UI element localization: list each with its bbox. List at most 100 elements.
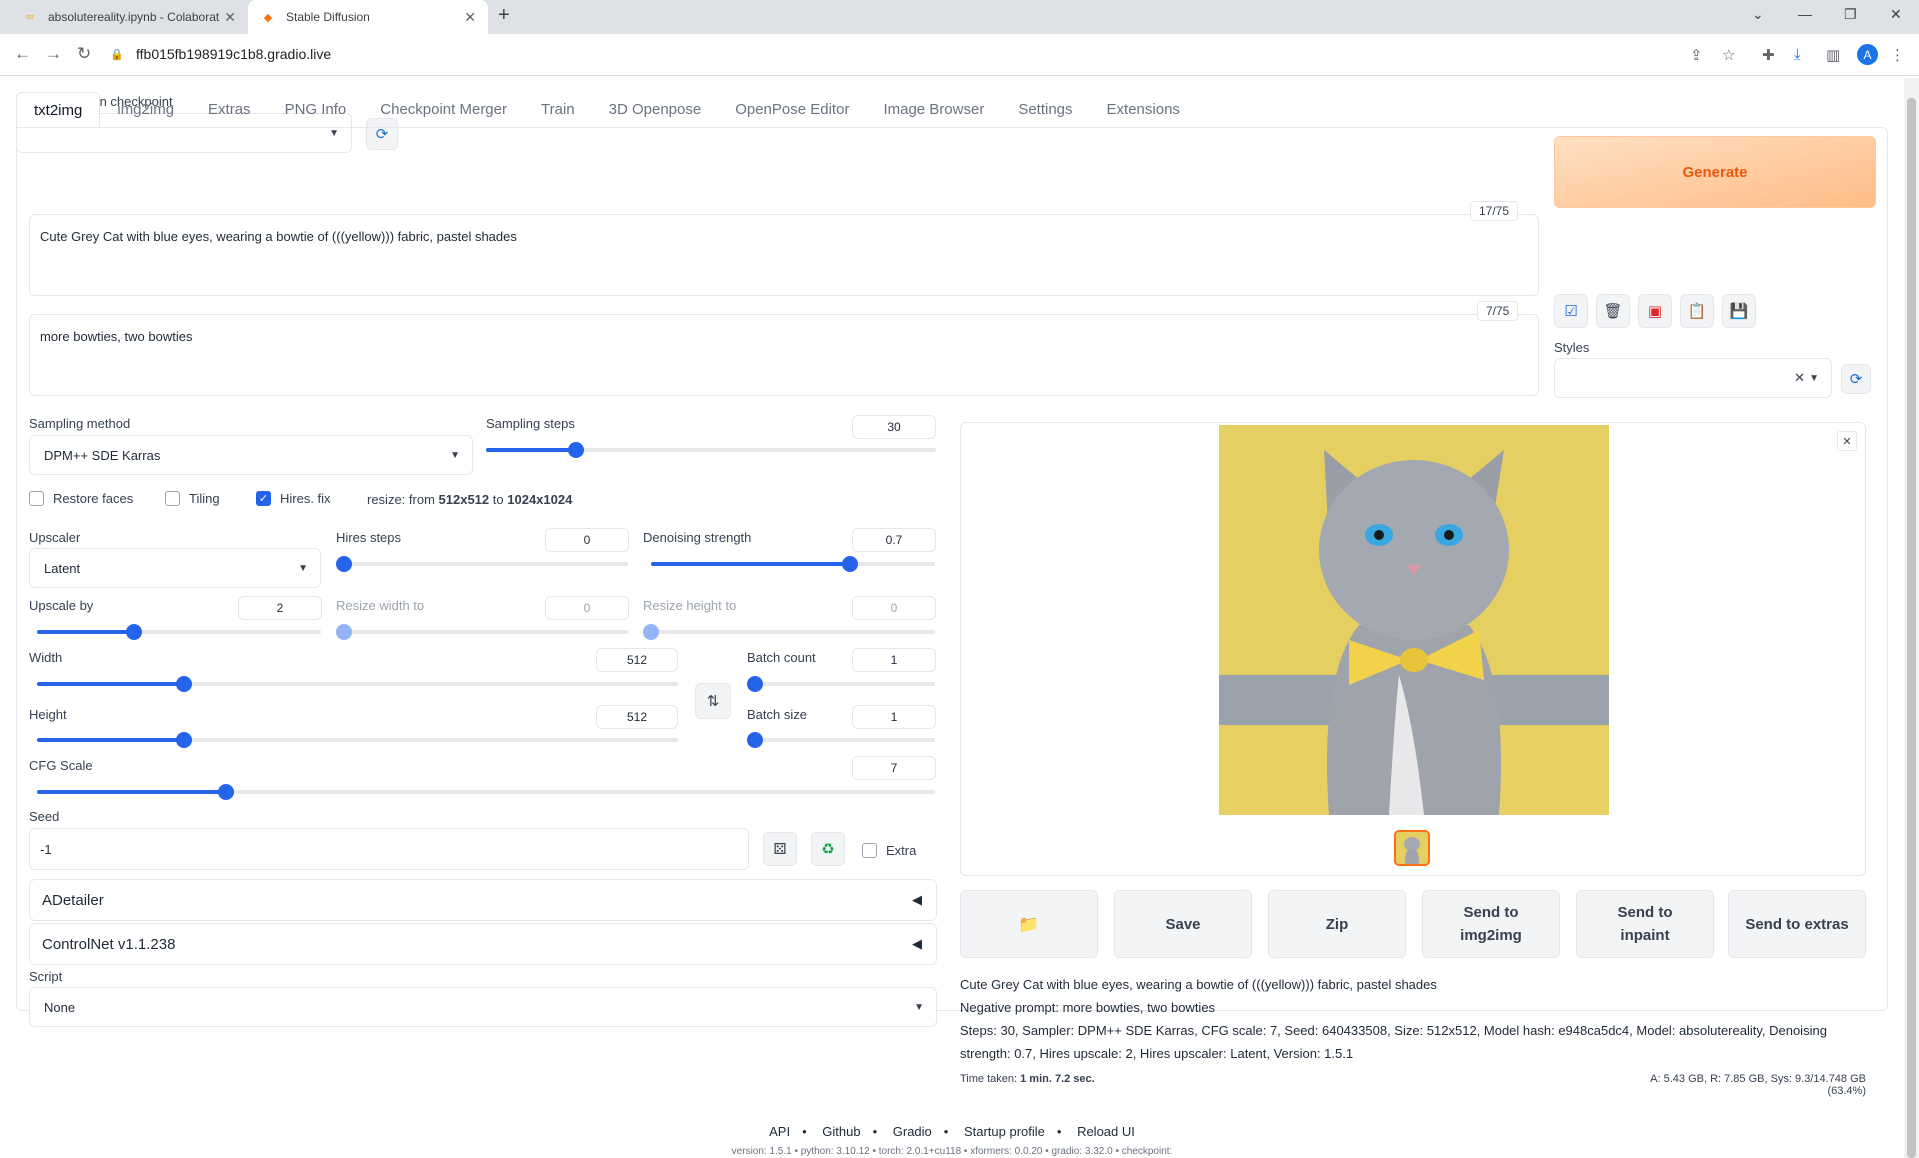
- close-tab-icon[interactable]: ✕: [464, 9, 476, 26]
- startup-profile-link[interactable]: Startup profile: [964, 1124, 1045, 1139]
- clear-x-icon[interactable]: ✕: [1794, 370, 1805, 386]
- batch-size-slider[interactable]: [747, 732, 935, 748]
- close-gallery-icon[interactable]: ✕: [1837, 431, 1857, 451]
- sampling-method-dropdown[interactable]: DPM++ SDE Karras ▼: [29, 435, 473, 475]
- api-link[interactable]: API: [769, 1124, 790, 1139]
- width-input[interactable]: 512: [596, 648, 678, 672]
- hires-steps-input[interactable]: 0: [545, 528, 629, 552]
- tab-settings[interactable]: Settings: [1001, 92, 1089, 128]
- close-window-icon[interactable]: ✕: [1890, 6, 1902, 23]
- send-to-extras-button[interactable]: Send to extras: [1728, 890, 1866, 958]
- tab-title: Stable Diffusion: [286, 10, 370, 24]
- resize-height-input[interactable]: 0: [852, 596, 936, 620]
- tab-png-info[interactable]: PNG Info: [268, 92, 364, 128]
- resize-height-slider[interactable]: [643, 624, 935, 640]
- collapse-triangle-icon: ◀: [912, 936, 922, 951]
- tab-extras[interactable]: Extras: [191, 92, 268, 128]
- tab-search-icon[interactable]: ⌄: [1752, 6, 1764, 23]
- sampling-steps-slider[interactable]: [486, 442, 936, 458]
- clear-prompt-button[interactable]: 🗑: [1596, 294, 1630, 328]
- reload-icon[interactable]: ↻: [77, 44, 91, 64]
- resize-width-input[interactable]: 0: [545, 596, 629, 620]
- denoising-strength-input[interactable]: 0.7: [852, 528, 936, 552]
- apply-styles-button[interactable]: 📋: [1680, 294, 1714, 328]
- read-params-button[interactable]: ☑: [1554, 294, 1588, 328]
- upscale-by-slider[interactable]: [37, 624, 321, 640]
- tab-3d-openpose[interactable]: 3D Openpose: [592, 92, 719, 128]
- save-button[interactable]: Save: [1114, 890, 1252, 958]
- gallery-thumbnail[interactable]: [1394, 830, 1430, 866]
- extra-networks-button[interactable]: ▣: [1638, 294, 1672, 328]
- random-seed-button[interactable]: ⚄: [763, 832, 797, 866]
- github-link[interactable]: Github: [822, 1124, 860, 1139]
- height-input[interactable]: 512: [596, 705, 678, 729]
- seed-input[interactable]: -1: [29, 828, 749, 870]
- browser-tab-strip: ∞ absolutereality.ipynb - Colaborat ✕ ◆ …: [0, 0, 1919, 34]
- negative-prompt-textarea[interactable]: more bowties, two bowties: [29, 314, 1539, 396]
- script-dropdown[interactable]: None ▼: [29, 987, 937, 1027]
- generated-image[interactable]: [1219, 425, 1609, 815]
- generate-button[interactable]: Generate: [1554, 136, 1876, 208]
- close-tab-icon[interactable]: ✕: [224, 9, 236, 26]
- new-tab-icon[interactable]: +: [498, 4, 510, 27]
- side-panel-icon[interactable]: ▥: [1826, 46, 1840, 64]
- hires-fix-checkbox[interactable]: ✓ Hires. fix: [256, 491, 331, 506]
- reuse-seed-button[interactable]: ♻: [811, 832, 845, 866]
- tab-img2img[interactable]: img2img: [100, 92, 191, 128]
- gradio-icon: ◆: [263, 11, 273, 24]
- tab-checkpoint-merger[interactable]: Checkpoint Merger: [363, 92, 524, 128]
- cfg-scale-input[interactable]: 7: [852, 756, 936, 780]
- tab-extensions[interactable]: Extensions: [1090, 92, 1197, 128]
- batch-size-input[interactable]: 1: [852, 705, 936, 729]
- zip-button[interactable]: Zip: [1268, 890, 1406, 958]
- hires-steps-slider[interactable]: [336, 556, 628, 572]
- sampling-steps-input[interactable]: 30: [852, 415, 936, 439]
- tab-image-browser[interactable]: Image Browser: [866, 92, 1001, 128]
- batch-count-input[interactable]: 1: [852, 648, 936, 672]
- swap-dimensions-button[interactable]: ⇅: [695, 683, 731, 719]
- upscaler-dropdown[interactable]: Latent ▼: [29, 548, 321, 588]
- tab-train[interactable]: Train: [524, 92, 592, 128]
- upscale-by-input[interactable]: 2: [238, 596, 322, 620]
- browser-tab-colab[interactable]: ∞ absolutereality.ipynb - Colaborat ✕: [10, 0, 248, 34]
- extra-label: Extra: [886, 843, 917, 858]
- send-to-inpaint-button[interactable]: Send to inpaint: [1576, 890, 1714, 958]
- send-to-img2img-button[interactable]: Send to img2img: [1422, 890, 1560, 958]
- page-scrollbar[interactable]: [1904, 78, 1919, 1158]
- cfg-scale-slider[interactable]: [37, 784, 935, 800]
- resize-height-label: Resize height to: [643, 598, 737, 613]
- scrollbar-thumb[interactable]: [1907, 98, 1916, 1158]
- tiling-checkbox[interactable]: Tiling: [165, 491, 220, 506]
- gradio-link[interactable]: Gradio: [893, 1124, 932, 1139]
- save-style-button[interactable]: 💾: [1722, 294, 1756, 328]
- prompt-textarea[interactable]: Cute Grey Cat with blue eyes, wearing a …: [29, 214, 1539, 296]
- denoising-strength-slider[interactable]: [651, 556, 935, 572]
- address-bar[interactable]: 🔒 ffb015fb198919c1b8.gradio.live: [110, 39, 1290, 69]
- bookmark-star-icon[interactable]: ☆: [1722, 46, 1735, 64]
- styles-dropdown[interactable]: ✕ ▼: [1554, 358, 1832, 398]
- browser-tab-stable-diffusion[interactable]: ◆ Stable Diffusion ✕: [248, 0, 488, 34]
- adetailer-accordion[interactable]: ADetailer ◀: [29, 879, 937, 921]
- share-icon[interactable]: ⇪: [1690, 46, 1703, 64]
- batch-count-slider[interactable]: [747, 676, 935, 692]
- tab-openpose-editor[interactable]: OpenPose Editor: [718, 92, 866, 128]
- height-slider[interactable]: [37, 732, 678, 748]
- back-icon[interactable]: ←: [14, 44, 31, 64]
- restore-icon[interactable]: ❐: [1844, 6, 1857, 23]
- refresh-styles-button[interactable]: ⟳: [1841, 364, 1871, 394]
- extensions-puzzle-icon[interactable]: ✚: [1762, 46, 1775, 64]
- controlnet-accordion[interactable]: ControlNet v1.1.238 ◀: [29, 923, 937, 965]
- profile-avatar[interactable]: A: [1857, 44, 1878, 65]
- extra-seed-checkbox[interactable]: Extra: [862, 843, 916, 858]
- reload-ui-link[interactable]: Reload UI: [1077, 1124, 1135, 1139]
- open-folder-button[interactable]: 📁: [960, 890, 1098, 958]
- recycle-icon: ♻: [821, 841, 835, 858]
- menu-kebab-icon[interactable]: ⋮: [1890, 46, 1905, 64]
- minimize-icon[interactable]: —: [1798, 6, 1812, 22]
- resize-width-slider[interactable]: [336, 624, 628, 640]
- tab-txt2img[interactable]: txt2img: [16, 92, 101, 128]
- forward-icon[interactable]: →: [45, 44, 62, 64]
- download-icon[interactable]: ⤓: [1794, 46, 1801, 63]
- restore-faces-checkbox[interactable]: Restore faces: [29, 491, 133, 506]
- width-slider[interactable]: [37, 676, 678, 692]
